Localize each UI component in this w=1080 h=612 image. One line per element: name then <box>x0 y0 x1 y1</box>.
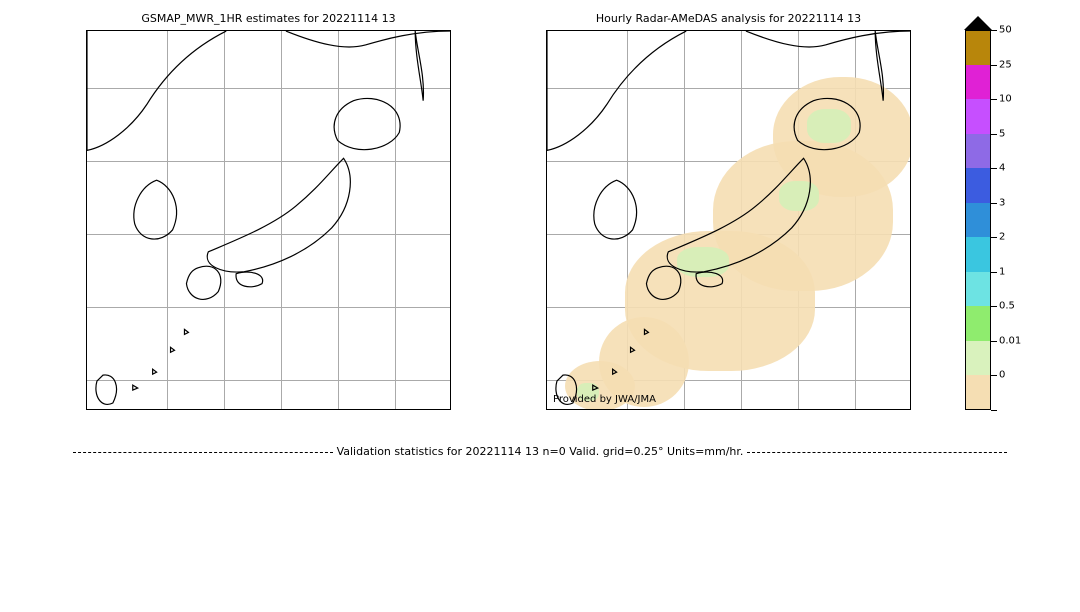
radar-amedas-panel: Hourly Radar-AMeDAS analysis for 2022111… <box>546 30 911 410</box>
cb-label: 25 <box>999 59 1012 70</box>
gsmap-axes <box>86 30 451 410</box>
radar-title: Hourly Radar-AMeDAS analysis for 2022111… <box>546 12 911 25</box>
figure: GSMAP_MWR_1HR estimates for 20221114 13 … <box>0 0 1080 612</box>
validation-stats: Validation statistics for 20221114 13 n=… <box>0 445 1080 458</box>
colorbar-overflow-arrow-icon <box>964 16 992 30</box>
cb-label: 10 <box>999 94 1012 105</box>
cb-label: 50 <box>999 25 1012 36</box>
cb-label: 4 <box>999 163 1005 174</box>
cb-label: 5 <box>999 128 1005 139</box>
colorbar: 50 25 10 5 4 3 2 1 0.5 0.01 0 <box>965 30 991 410</box>
coastline-icon <box>547 31 910 409</box>
cb-label: 2 <box>999 232 1005 243</box>
cb-label: 0.5 <box>999 301 1015 312</box>
coastline-icon <box>87 31 450 409</box>
cb-label: 1 <box>999 266 1005 277</box>
cb-label: 0.01 <box>999 335 1021 346</box>
data-credit: Provided by JWA/JMA <box>553 394 656 405</box>
cb-label: 0 <box>999 370 1005 381</box>
validation-stats-text: Validation statistics for 20221114 13 n=… <box>337 445 744 458</box>
gsmap-panel: GSMAP_MWR_1HR estimates for 20221114 13 … <box>86 30 451 410</box>
colorbar-frame <box>965 30 991 410</box>
cb-label: 3 <box>999 197 1005 208</box>
radar-axes: Provided by JWA/JMA <box>546 30 911 410</box>
gsmap-title: GSMAP_MWR_1HR estimates for 20221114 13 <box>86 12 451 25</box>
